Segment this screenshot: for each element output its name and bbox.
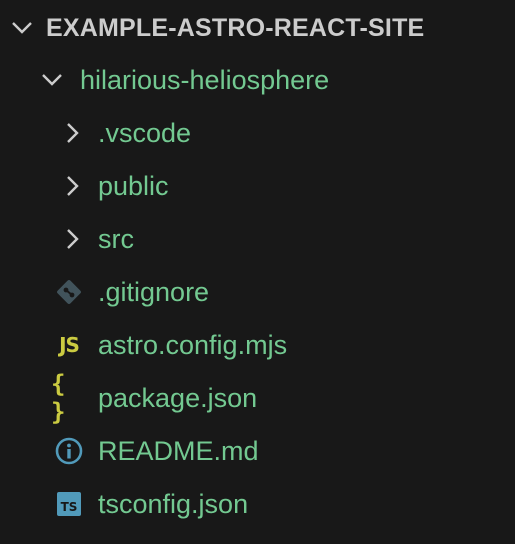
tree-item-folder-src[interactable]: src: [0, 213, 515, 265]
tree-item-file-astro-config[interactable]: JS astro.config.mjs: [0, 319, 515, 371]
tree-item-file-tsconfig[interactable]: TS tsconfig.json: [0, 478, 515, 530]
file-label: .gitignore: [98, 276, 210, 307]
tree-item-file-readme[interactable]: README.md: [0, 425, 515, 477]
file-label: README.md: [98, 435, 259, 466]
tree-item-folder-public[interactable]: public: [0, 160, 515, 212]
typescript-icon: TS: [51, 486, 87, 522]
git-icon: [51, 274, 87, 310]
chevron-down-icon[interactable]: [8, 14, 36, 42]
chevron-right-icon[interactable]: [58, 172, 86, 200]
file-explorer: EXAMPLE-ASTRO-REACT-SITE hilarious-helio…: [0, 0, 515, 544]
folder-label: hilarious-heliosphere: [80, 64, 330, 95]
json-icon: { }: [51, 370, 67, 426]
folder-label: src: [98, 223, 134, 254]
tree-item-file-package-json[interactable]: { } package.json: [0, 370, 515, 426]
explorer-root-header[interactable]: EXAMPLE-ASTRO-REACT-SITE: [0, 2, 515, 54]
tree-item-folder-vscode[interactable]: .vscode: [0, 107, 515, 159]
file-label: astro.config.mjs: [98, 329, 288, 360]
javascript-icon: JS: [59, 333, 80, 357]
svg-text:TS: TS: [61, 500, 78, 514]
explorer-root-title: EXAMPLE-ASTRO-REACT-SITE: [46, 13, 425, 42]
tree-item-project-folder[interactable]: hilarious-heliosphere: [0, 54, 515, 106]
chevron-right-icon[interactable]: [58, 119, 86, 147]
folder-label: public: [98, 170, 169, 201]
chevron-down-icon[interactable]: [38, 66, 66, 94]
chevron-right-icon[interactable]: [58, 225, 86, 253]
file-label: package.json: [98, 382, 258, 413]
file-label: tsconfig.json: [98, 488, 249, 519]
folder-label: .vscode: [98, 117, 192, 148]
tree-item-file-gitignore[interactable]: .gitignore: [0, 266, 515, 318]
info-icon: [51, 433, 87, 469]
